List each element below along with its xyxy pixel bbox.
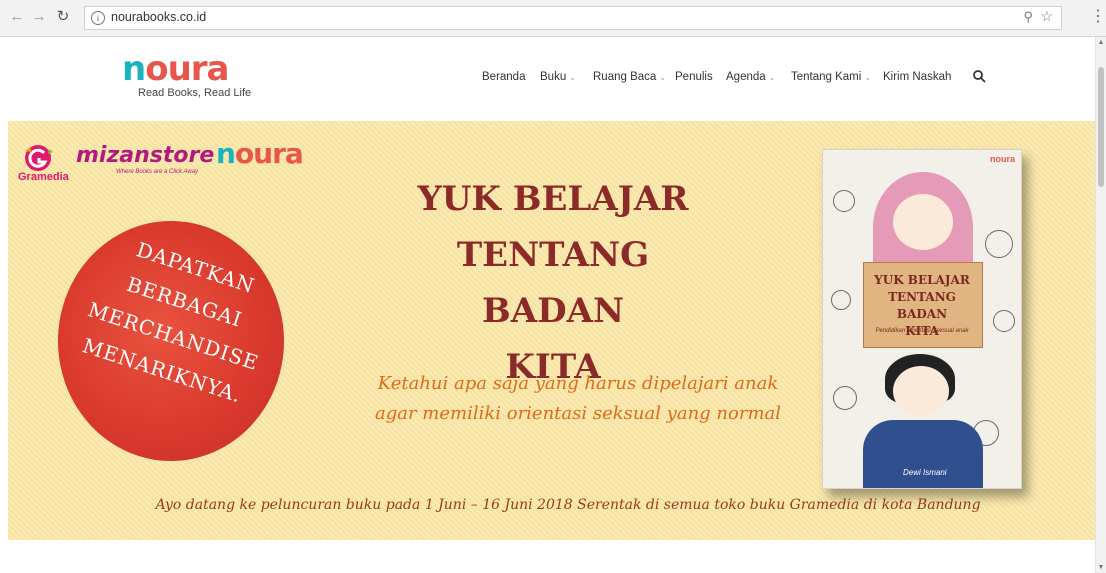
nav-item-ruang-baca[interactable]: Ruang Baca ⌄ [593, 71, 666, 83]
scroll-down-icon[interactable]: ▼ [1097, 564, 1105, 571]
site-logo[interactable]: noura Read Books, Read Life [122, 49, 282, 103]
forward-arrow-icon[interactable]: → [30, 8, 48, 26]
nav-item-tentang-kami[interactable]: Tentang Kami ⌄ [791, 71, 871, 83]
nav-item-beranda[interactable]: Beranda [482, 71, 525, 83]
book-cover[interactable]: noura YUK BELAJAR TENTANG BADAN KITA Pen… [822, 149, 1022, 489]
noura-partner-logo: noura [216, 137, 304, 170]
gramedia-label: Gramedia [18, 171, 69, 183]
back-arrow-icon[interactable]: ← [8, 8, 26, 26]
headline-line: TENTANG BADAN [456, 235, 650, 331]
reload-icon[interactable]: ↻ [54, 8, 72, 26]
doodle-icon [985, 230, 1013, 258]
star-icon[interactable]: ☆ [1040, 8, 1053, 25]
doodle-icon [833, 190, 855, 212]
hero-event-info: Ayo datang ke peluncuran buku pada 1 Jun… [155, 497, 981, 513]
nav-item-penulis[interactable]: Penulis [675, 71, 713, 83]
book-title-line: YUK BELAJAR [874, 273, 970, 287]
book-title-line: TENTANG BADAN [888, 290, 956, 321]
site-header: noura Read Books, Read Life Beranda Buku… [0, 37, 1096, 119]
hero-banner[interactable]: Gramedia mizanstore Where Books are a Cl… [8, 121, 1096, 540]
book-illustration-boy-face [893, 366, 949, 416]
search-icon[interactable] [972, 69, 986, 83]
chevron-down-icon: ⌄ [659, 73, 666, 82]
doodle-icon [993, 310, 1015, 332]
address-bar[interactable]: i nourabooks.co.id ⚲ ☆ [84, 6, 1062, 30]
chevron-down-icon: ⌄ [569, 73, 576, 82]
doodle-icon [833, 386, 857, 410]
scroll-up-icon[interactable]: ▲ [1097, 39, 1105, 46]
headline-line: YUK BELAJAR [417, 179, 689, 219]
book-illustration-boy-body [863, 420, 983, 488]
logo-tagline: Read Books, Read Life [138, 87, 252, 99]
subline-line: agar memiliki orientasi seksual yang nor… [374, 403, 782, 424]
mizanstore-logo: mizanstore [76, 143, 215, 168]
doodle-icon [831, 290, 851, 310]
address-url[interactable]: nourabooks.co.id [111, 10, 206, 24]
chevron-down-icon: ⌄ [768, 73, 776, 82]
nav-item-kirim-naskah[interactable]: Kirim Naskah [883, 71, 951, 83]
book-brand: noura [989, 154, 1015, 164]
hero-headline: YUK BELAJAR TENTANG BADAN KITA [388, 171, 718, 395]
scrollbar-thumb[interactable] [1098, 67, 1104, 187]
book-subtitle: Pendidikan Orientasi Seksual anak [875, 328, 969, 334]
zoom-icon[interactable]: ⚲ [1023, 9, 1033, 25]
book-illustration-face [893, 194, 953, 250]
menu-dots-icon[interactable]: ⋮ [1090, 8, 1106, 26]
partner-logos: Gramedia mizanstore Where Books are a Cl… [16, 133, 316, 193]
book-author: Dewi Ismani [903, 468, 947, 477]
info-icon[interactable]: i [91, 11, 105, 25]
hero-subline: Ketahui apa saja yang harus dipelajari a… [348, 369, 808, 429]
logo-wordmark: noura [122, 49, 229, 89]
nav-item-agenda[interactable]: Agenda ⌄ [726, 71, 775, 83]
subline-line: Ketahui apa saja yang harus dipelajari a… [377, 373, 779, 394]
chevron-down-icon: ⌄ [864, 73, 872, 82]
mizanstore-tagline: Where Books are a Click Away [116, 169, 199, 175]
browser-toolbar: ← → ↻ i nourabooks.co.id ⚲ ☆ ⋮ [0, 0, 1106, 37]
gramedia-logo-icon [25, 145, 53, 171]
page-scrollbar[interactable]: ▲ ▼ [1095, 37, 1106, 573]
nav-item-buku[interactable]: Buku ⌄ [540, 71, 576, 83]
